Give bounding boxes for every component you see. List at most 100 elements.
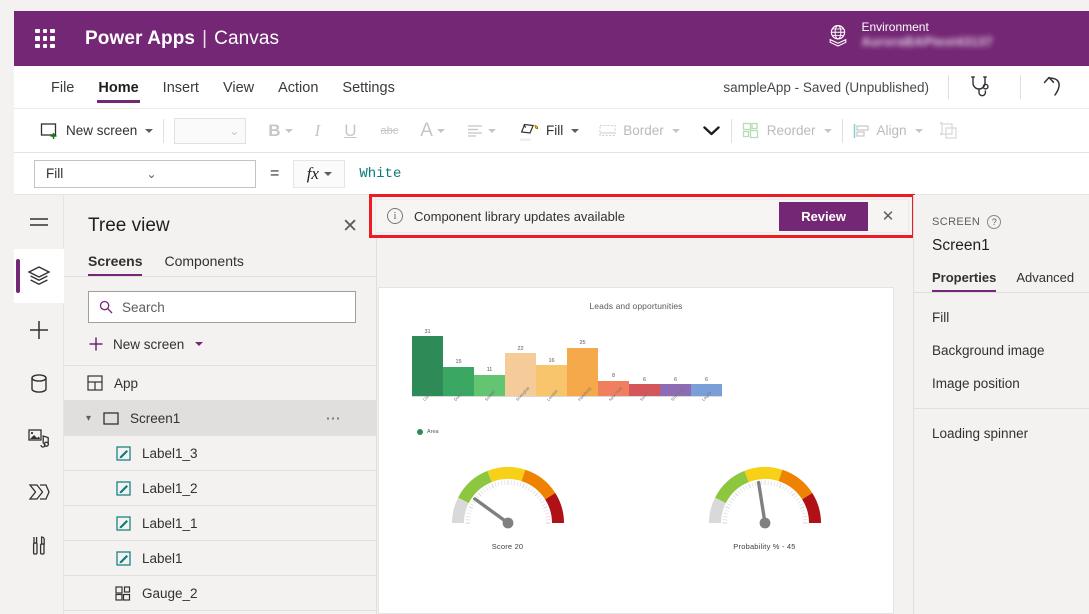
tree-item-app[interactable]: App [64,366,376,401]
app-launcher-icon[interactable] [28,22,62,56]
tree-item-gauge-2[interactable]: Gauge_2 [64,576,376,611]
tree-item-label1-3[interactable]: Label1_3 [64,436,376,471]
property-fill[interactable]: Fill [914,301,1089,334]
property-select[interactable]: Fill ⌄ [34,159,256,188]
tree-item-label: App [114,375,139,391]
property-image-position[interactable]: Image position [914,367,1089,400]
gauge-tick [487,484,491,490]
more-ribbon-button[interactable] [702,124,721,137]
underline-button[interactable]: U [344,121,356,141]
tree-item-label1[interactable]: Label1 [64,541,376,576]
reorder-button[interactable]: Reorder [742,122,832,139]
menu-item-settings[interactable]: Settings [331,70,405,105]
menu-item-view[interactable]: View [212,70,265,105]
gauge-score-label: Score 20 [491,542,524,551]
legend-color-dot [417,429,423,435]
gauge-tick [723,512,728,515]
new-screen-icon [40,122,57,139]
formula-bar: Fill ⌄ = fx [14,153,1089,195]
gauge-tick [466,509,472,512]
tree-item-label1-1[interactable]: Label1_1 [64,506,376,541]
gauge-band [714,470,749,504]
font-family-select[interactable]: ⌄ [174,117,247,144]
formula-input[interactable] [359,153,1089,194]
app-checker-stethoscope-icon[interactable] [963,70,997,104]
undo-arrow-icon[interactable] [1035,70,1075,104]
equals-sign: = [270,164,280,182]
rail-item-data[interactable] [14,357,64,411]
menu-item-insert[interactable]: Insert [152,70,210,105]
gauge-tick [541,503,546,507]
group-button[interactable] [939,121,959,141]
app-screen-preview[interactable]: Leads and opportunities 31 15 11 22 16 25 8 6 6 6… [378,287,894,614]
close-icon[interactable]: ✕ [868,200,908,232]
help-question-icon[interactable]: ? [987,215,1002,229]
tab-components[interactable]: Components [164,253,243,276]
menu-item-file[interactable]: File [40,70,85,105]
italic-button[interactable]: I [315,121,321,141]
plus-icon [89,337,103,351]
fx-button[interactable]: fx [293,159,346,188]
gauge-tick [479,490,484,495]
tree-item-label: Gauge_2 [142,585,198,601]
new-screen-tree-button[interactable]: New screen [64,323,376,365]
rail-item-power-automate[interactable] [14,465,64,519]
chevron-down-icon[interactable]: ▾ [86,413,102,424]
gauge-score[interactable]: Score 20 [379,451,636,551]
chevron-down-icon [195,342,204,346]
gauge-tick [793,495,798,499]
search-box[interactable] [88,291,356,323]
gauge-tick [801,512,806,515]
new-screen-button[interactable]: New screen [40,122,154,140]
gauge-tick [521,483,525,489]
close-icon[interactable]: ✕ [342,217,358,236]
tree-item-label1-2[interactable]: Label1_2 [64,471,376,506]
chevron-down-icon [823,128,832,133]
bar-chart-x-labels: Cairo Dubai Seattle Shanghai London Hamburg Ne… [412,386,722,424]
property-loading-spinner[interactable]: Loading spinner [914,417,1089,450]
gauge-tick [736,490,741,495]
app-icon [86,375,104,391]
text-align-button[interactable] [467,124,496,137]
gauge-tick [726,503,731,507]
bar-value-label: 6 [704,376,709,383]
gauge-tick [513,480,515,486]
menu-item-home[interactable]: Home [87,70,149,105]
more-options-icon[interactable]: ⋯ [326,409,343,427]
gauge-band [778,469,812,500]
rail-item-menu-hamburger[interactable] [14,195,64,249]
search-input[interactable] [122,299,345,315]
rail-item-insert[interactable] [14,303,64,357]
tree-view-panel: Tree view ✕ Screens Components New scree… [64,195,377,614]
review-button[interactable]: Review [779,201,868,231]
tab-advanced[interactable]: Advanced [1016,270,1074,292]
legend-label: Area [427,429,439,435]
strikethrough-button[interactable]: abc [381,125,399,137]
bar-value-label: 22 [517,345,524,352]
power-apps-studio: Power Apps | Canvas Environment AuroraBAPt… [0,0,1089,614]
property-background-image[interactable]: Background image [914,334,1089,367]
border-button[interactable]: Border [599,123,680,138]
fill-button[interactable]: Fill [518,120,580,142]
ribbon-divider-1 [163,118,165,143]
gauge-tick [538,497,543,501]
gauge-tick [497,481,499,487]
gauge-probability[interactable]: Probability % - 45 [636,451,893,551]
rail-item-media[interactable] [14,411,64,465]
rail-item-tree-view[interactable] [14,249,64,303]
environment-picker[interactable]: Environment AuroraBAPtest43137 [827,20,993,51]
bar-value-label: 11 [486,367,493,374]
bold-button[interactable]: B [268,121,293,141]
tree-view-tabs: Screens Components [64,237,376,276]
brand-title[interactable]: Power Apps | Canvas [85,28,279,50]
tab-properties[interactable]: Properties [932,270,997,292]
reorder-icon [742,122,758,139]
gauge-tick [725,506,730,509]
font-color-button[interactable]: A [420,120,445,142]
menu-item-action[interactable]: Action [267,70,329,105]
rail-item-advanced-tools[interactable] [14,519,64,573]
chart-title: Leads and opportunities [589,301,683,311]
tree-item-screen1[interactable]: ▾ Screen1 ⋯ [64,401,376,436]
tab-screens[interactable]: Screens [88,253,143,276]
align-button[interactable]: Align [853,123,923,139]
